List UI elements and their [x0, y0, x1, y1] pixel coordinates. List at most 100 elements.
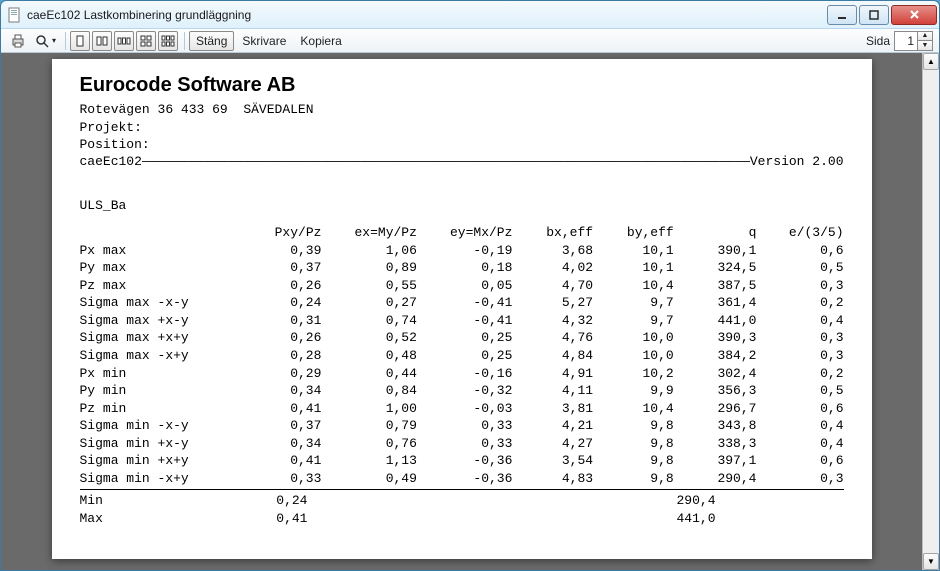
view-grid-2x3-button[interactable]: [158, 31, 178, 51]
cell: -0,41: [417, 312, 513, 330]
row-label: Py max: [80, 259, 239, 277]
cell: 0,84: [321, 382, 417, 400]
col-header: [80, 224, 239, 242]
cell: 0,33: [417, 417, 513, 435]
document-viewport[interactable]: Eurocode Software AB Rotevägen 36 433 69…: [1, 53, 922, 570]
cell: 10,1: [593, 259, 674, 277]
client-area: Eurocode Software AB Rotevägen 36 433 69…: [1, 53, 939, 570]
table-row: Px min0,290,44-0,164,9110,2302,40,2: [80, 365, 844, 383]
cell: 0,24: [239, 294, 322, 312]
page-number-value[interactable]: 1: [895, 34, 917, 48]
cell: 3,54: [512, 452, 593, 470]
row-label: Sigma min +x-y: [80, 435, 239, 453]
cell: 1,00: [321, 400, 417, 418]
cell: -0,19: [417, 242, 513, 260]
col-header: Pxy/Pz: [239, 224, 322, 242]
cell: 0,2: [756, 294, 843, 312]
summary-table: Min 0,24 290,4 Max 0,41 441,0: [80, 492, 716, 527]
minimize-button[interactable]: [827, 5, 857, 25]
cell: 0,25: [417, 347, 513, 365]
print-icon-button[interactable]: [7, 31, 29, 51]
col-header: ey=Mx/Pz: [417, 224, 513, 242]
version-label: Version 2.00: [750, 154, 844, 169]
cell: 0,4: [756, 435, 843, 453]
cell: 0,34: [239, 382, 322, 400]
cell: 9,8: [593, 417, 674, 435]
summary-row-max: Max 0,41 441,0: [80, 510, 716, 528]
separator: [65, 32, 66, 50]
cell: 0,6: [756, 452, 843, 470]
zoom-icon-button[interactable]: ▾: [31, 31, 59, 51]
cell: 441,0: [674, 312, 757, 330]
summary-max-c1: 0,41: [230, 510, 308, 528]
copy-menu[interactable]: Kopiera: [294, 31, 347, 51]
table-row: Sigma max -x-y0,240,27-0,415,279,7361,40…: [80, 294, 844, 312]
company-name: Eurocode Software AB: [80, 73, 844, 97]
cell: 302,4: [674, 365, 757, 383]
page-label: Sida: [866, 34, 890, 48]
cell: 3,81: [512, 400, 593, 418]
col-header: by,eff: [593, 224, 674, 242]
cell: 5,27: [512, 294, 593, 312]
cell: 0,49: [321, 470, 417, 488]
cell: 0,41: [239, 452, 322, 470]
cell: 0,79: [321, 417, 417, 435]
cell: -0,32: [417, 382, 513, 400]
cell: 0,76: [321, 435, 417, 453]
cell: 0,26: [239, 329, 322, 347]
row-label: Pz max: [80, 277, 239, 295]
cell: 390,3: [674, 329, 757, 347]
cell: 10,4: [593, 277, 674, 295]
address-line: Rotevägen 36 433 69 SÄVEDALEN: [80, 101, 844, 119]
row-label: Sigma max +x+y: [80, 329, 239, 347]
scroll-down-button[interactable]: ▼: [923, 553, 939, 570]
page-down-button[interactable]: ▼: [918, 41, 932, 50]
table-row: Pz max0,260,550,054,7010,4387,50,3: [80, 277, 844, 295]
maximize-button[interactable]: [859, 5, 889, 25]
cell: 0,41: [239, 400, 322, 418]
cell: 10,2: [593, 365, 674, 383]
view-two-up-button[interactable]: [92, 31, 112, 51]
col-header: bx,eff: [512, 224, 593, 242]
report-page: Eurocode Software AB Rotevägen 36 433 69…: [52, 59, 872, 559]
row-label: Sigma min +x+y: [80, 452, 239, 470]
close-preview-button[interactable]: Stäng: [189, 31, 234, 51]
cell: 0,4: [756, 417, 843, 435]
cell: 10,1: [593, 242, 674, 260]
cell: 0,6: [756, 400, 843, 418]
table-header-row: Pxy/Pz ex=My/Pz ey=Mx/Pz bx,eff by,eff q…: [80, 224, 844, 242]
row-label: Sigma max +x-y: [80, 312, 239, 330]
cell: 0,2: [756, 365, 843, 383]
view-single-page-button[interactable]: [70, 31, 90, 51]
cell: 343,8: [674, 417, 757, 435]
close-button[interactable]: [891, 5, 937, 25]
window-title: caeEc102 Lastkombinering grundläggning: [27, 8, 825, 22]
row-label: Sigma max -x+y: [80, 347, 239, 365]
printer-menu[interactable]: Skrivare: [236, 31, 292, 51]
cell: 0,18: [417, 259, 513, 277]
cell: 0,28: [239, 347, 322, 365]
page-spinner[interactable]: 1 ▲ ▼: [894, 31, 933, 51]
cell: 4,11: [512, 382, 593, 400]
page-up-button[interactable]: ▲: [918, 32, 932, 41]
view-grid-2x2-button[interactable]: [136, 31, 156, 51]
scroll-track[interactable]: [923, 70, 939, 553]
cell: 9,8: [593, 452, 674, 470]
view-three-up-button[interactable]: [114, 31, 134, 51]
cell: 4,76: [512, 329, 593, 347]
module-version-rule: caeEc102 Version 2.00: [80, 154, 844, 169]
cell: 0,5: [756, 259, 843, 277]
cell: 387,5: [674, 277, 757, 295]
cell: 290,4: [674, 470, 757, 488]
cell: 0,37: [239, 259, 322, 277]
summary-min-c1: 0,24: [230, 492, 308, 510]
col-header: e/(3/5): [756, 224, 843, 242]
cell: 4,32: [512, 312, 593, 330]
scroll-up-button[interactable]: ▲: [923, 53, 939, 70]
cell: 0,55: [321, 277, 417, 295]
cell: 1,13: [321, 452, 417, 470]
hr-rule-icon: [142, 154, 750, 169]
table-row: Px max0,391,06-0,193,6810,1390,10,6: [80, 242, 844, 260]
vertical-scrollbar[interactable]: ▲ ▼: [922, 53, 939, 570]
cell: 356,3: [674, 382, 757, 400]
